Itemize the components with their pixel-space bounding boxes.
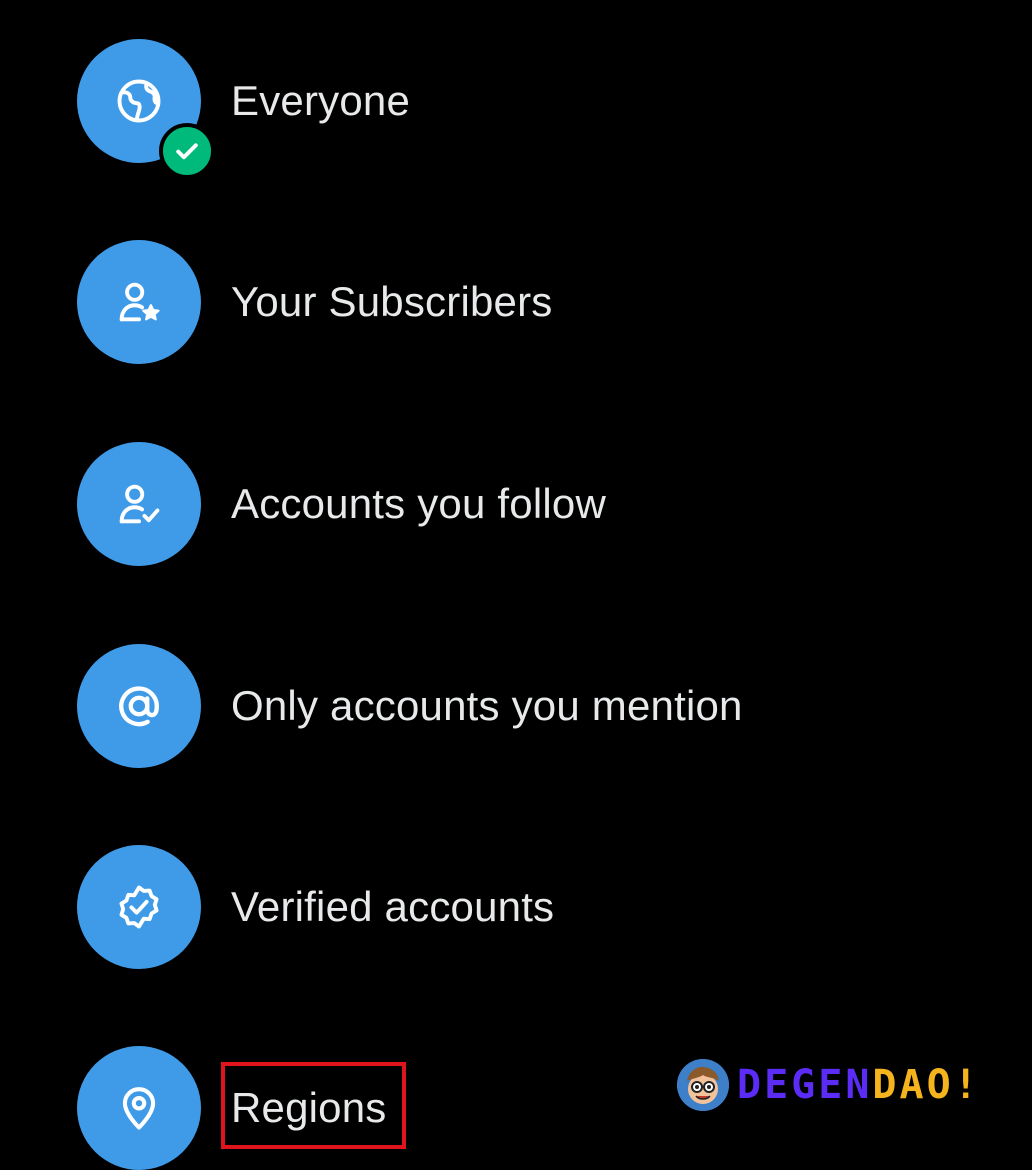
icon-circle bbox=[77, 1046, 201, 1170]
option-label: Regions bbox=[231, 1084, 387, 1131]
option-label: Your Subscribers bbox=[231, 278, 553, 325]
icon-circle bbox=[77, 845, 201, 969]
option-label: Verified accounts bbox=[231, 883, 555, 930]
option-label: Everyone bbox=[231, 77, 411, 124]
option-label: Accounts you follow bbox=[231, 480, 606, 527]
person-check-icon bbox=[119, 484, 160, 524]
watermark-avatar-icon bbox=[677, 1059, 729, 1111]
icon-circle bbox=[77, 644, 201, 768]
globe-icon bbox=[117, 79, 161, 123]
watermark-text-part2: DAO! bbox=[872, 1062, 981, 1108]
option-only-accounts-you-mention[interactable]: Only accounts you mention bbox=[77, 644, 977, 768]
option-everyone[interactable]: Everyone bbox=[77, 39, 977, 179]
selected-check-badge bbox=[159, 123, 215, 179]
watermark-text: DEGEN DAO! bbox=[737, 1062, 981, 1108]
option-accounts-you-follow[interactable]: Accounts you follow bbox=[77, 442, 977, 566]
at-sign-icon bbox=[119, 686, 159, 727]
option-label: Only accounts you mention bbox=[231, 682, 743, 729]
person-star-icon bbox=[119, 282, 160, 322]
icon-circle bbox=[77, 240, 201, 364]
checkmark-icon bbox=[176, 143, 198, 160]
location-pin-icon bbox=[122, 1087, 156, 1130]
watermark: DEGEN DAO! bbox=[677, 1057, 981, 1113]
verified-badge-icon bbox=[119, 885, 159, 929]
watermark-text-part1: DEGEN bbox=[737, 1062, 873, 1108]
icon-circle bbox=[77, 39, 215, 179]
option-your-subscribers[interactable]: Your Subscribers bbox=[77, 240, 977, 364]
option-verified-accounts[interactable]: Verified accounts bbox=[77, 845, 977, 969]
icon-circle bbox=[77, 442, 201, 566]
